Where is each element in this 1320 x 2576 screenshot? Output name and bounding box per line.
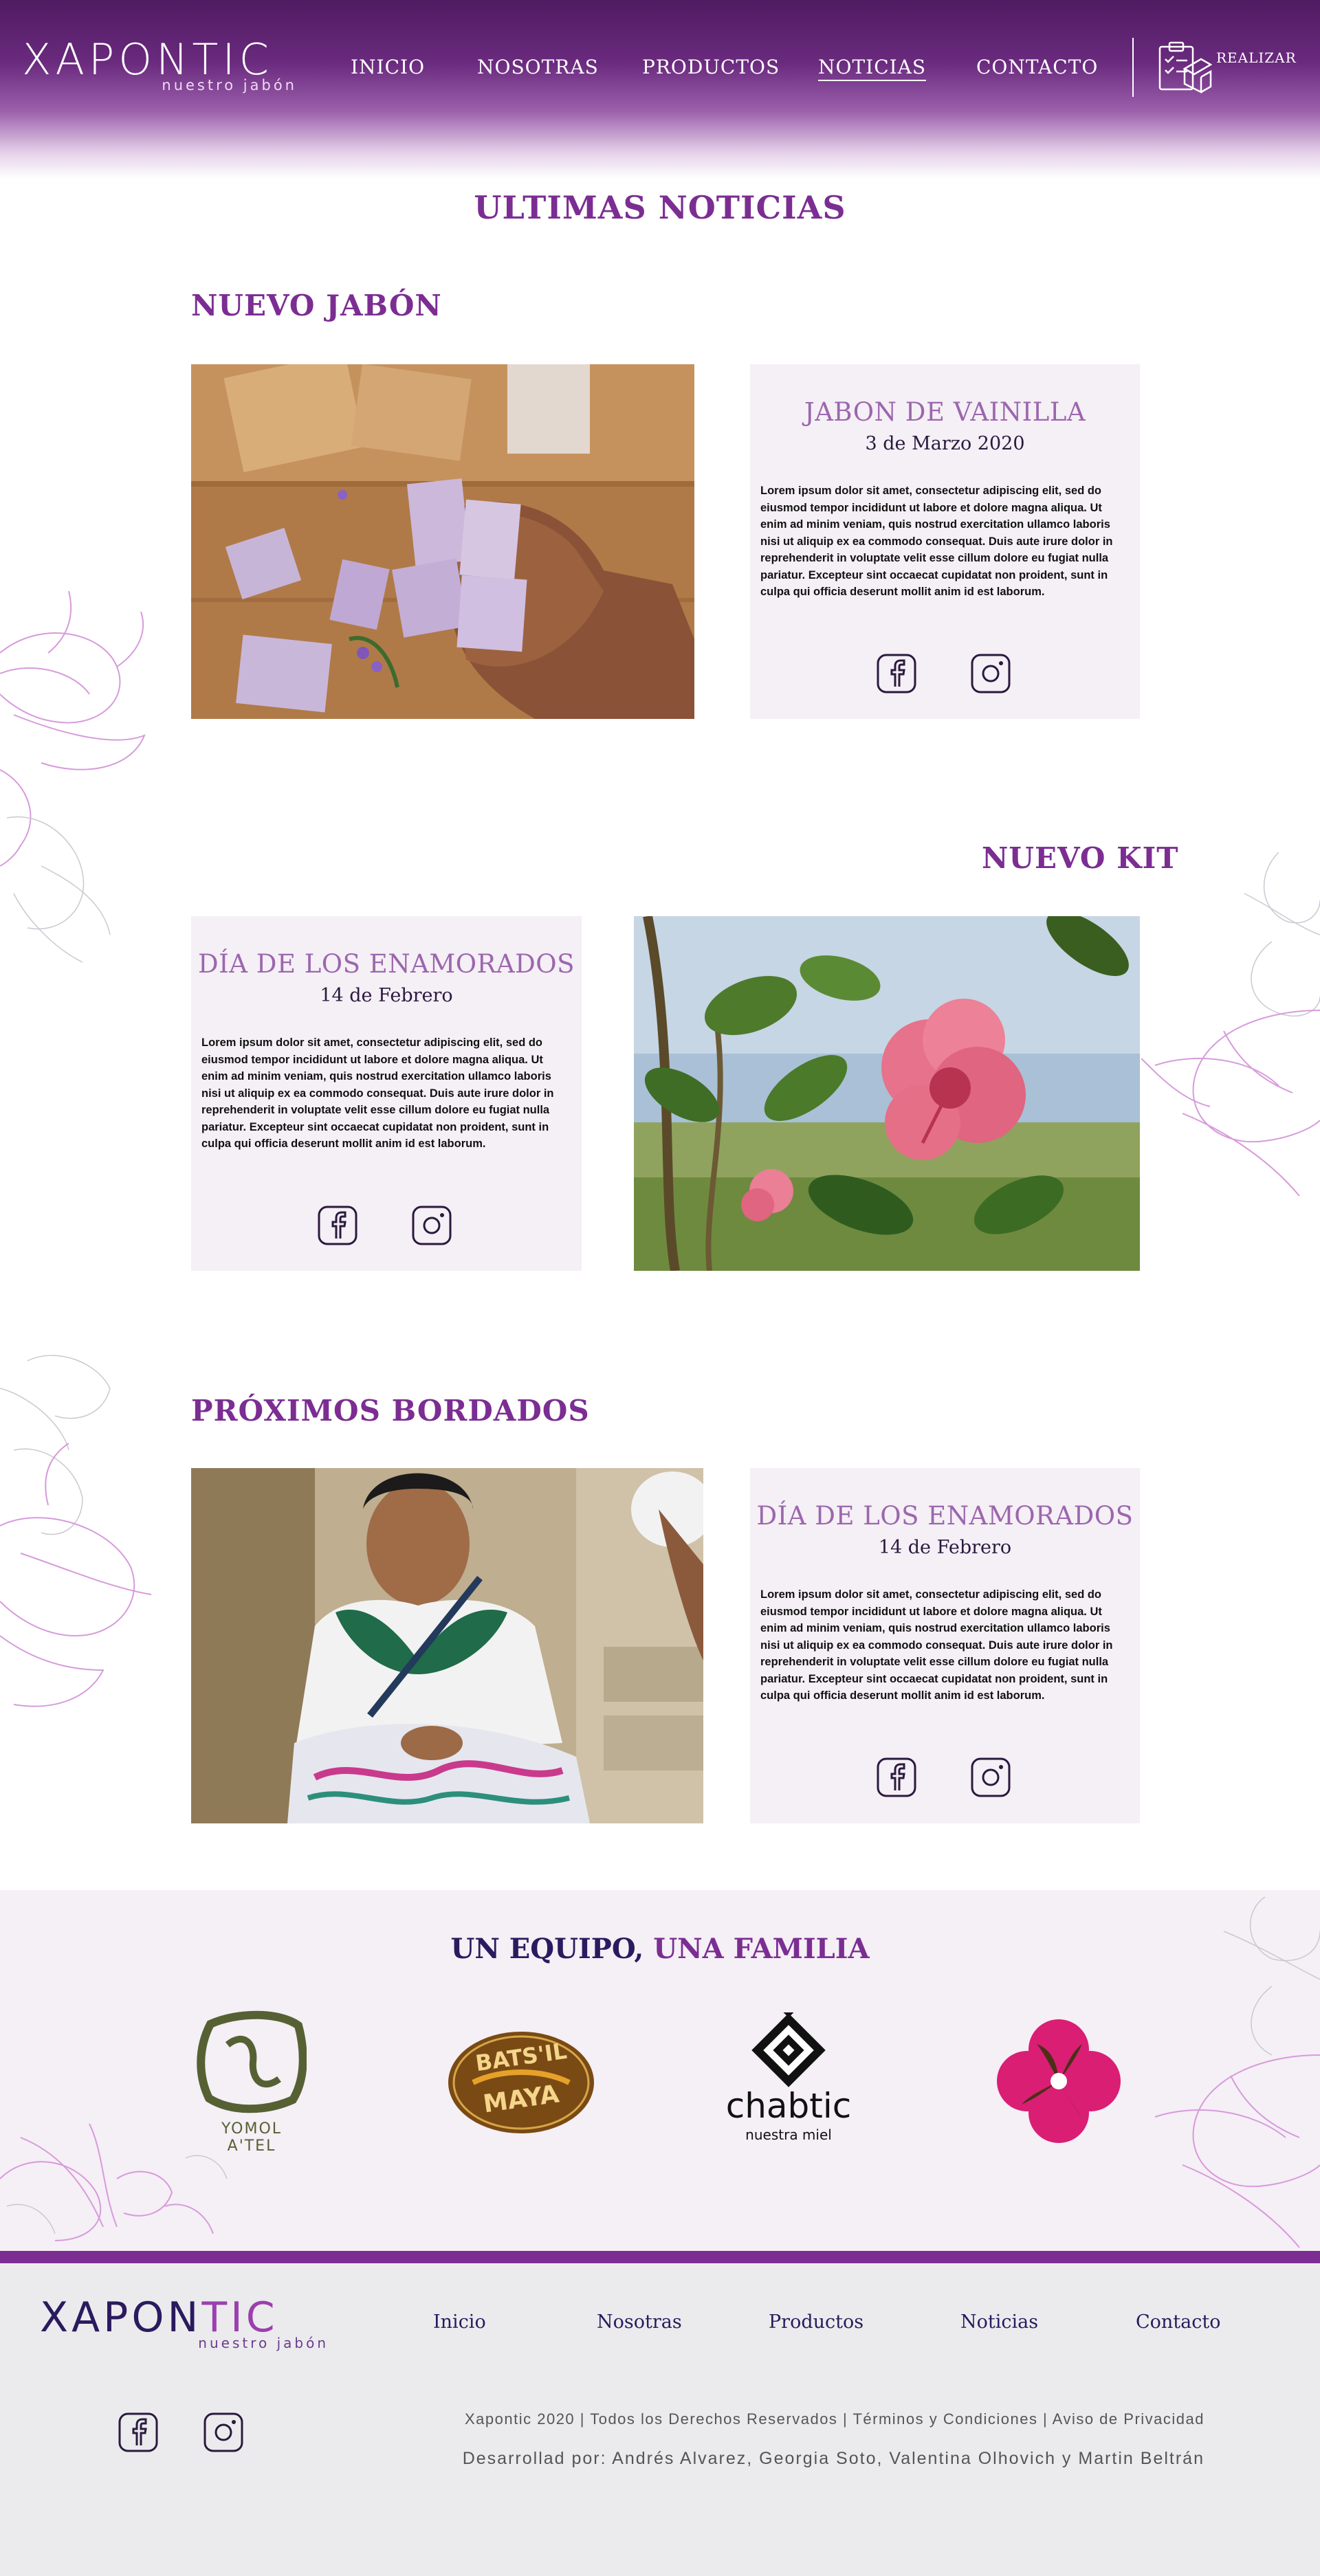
instagram-icon[interactable] xyxy=(971,654,1011,693)
chabtic-icon xyxy=(751,2006,826,2087)
order-clipboard-icon xyxy=(1158,41,1212,93)
card-date: 14 de Febrero xyxy=(878,1537,1012,1558)
footer-developers: Desarrollad por: Andrés Alvarez, Georgia… xyxy=(462,2449,1204,2468)
facebook-icon[interactable] xyxy=(877,1757,916,1797)
embroidery-photo xyxy=(191,1468,703,1823)
partner-logo-flower[interactable] xyxy=(996,2018,1122,2144)
footer-logo-text-part1: XAPON xyxy=(40,2294,202,2342)
card-body: Lorem ipsum dolor sit amet, consectetur … xyxy=(201,1036,554,1150)
footer-facebook-icon[interactable] xyxy=(118,2412,158,2452)
floral-decoration-left-1 xyxy=(0,591,146,963)
team-title-part1: UN EQUIPO, xyxy=(450,1933,644,1965)
news-card-enamorados-1: DÍA DE LOS ENAMORADOS 14 de Febrero Lore… xyxy=(191,916,582,1271)
news-card-enamorados-2: DÍA DE LOS ENAMORADOS 14 de Febrero Lore… xyxy=(750,1468,1140,1823)
site-header: XAPONTIC nuestro jabón INICIO NOSOTRAS P… xyxy=(0,0,1320,179)
nav-inicio[interactable]: INICIO xyxy=(351,55,425,80)
card-body: Lorem ipsum dolor sit amet, consectetur … xyxy=(760,1588,1113,1702)
card-title: DÍA DE LOS ENAMORADOS xyxy=(756,1501,1134,1531)
pink-flower-icon xyxy=(997,2019,1121,2143)
footer-nav-inicio[interactable]: Inicio xyxy=(433,2311,486,2333)
card-date: 14 de Febrero xyxy=(320,985,453,1006)
yomol-atel-icon xyxy=(197,2010,307,2113)
floral-decoration-right-1 xyxy=(1141,852,1320,1197)
footer-nav-productos[interactable]: Productos xyxy=(769,2311,864,2333)
partner-logo-yomol-atel[interactable]: YOMOL A'TEL xyxy=(197,2010,307,2155)
order-button[interactable]: REALIZAR xyxy=(1157,38,1297,96)
footer-instagram-icon[interactable] xyxy=(204,2412,243,2452)
chabtic-tagline: nuestra miel xyxy=(745,2127,832,2143)
instagram-icon[interactable] xyxy=(412,1206,452,1245)
partner-logo-batsil-maya[interactable]: BATS'IL MAYA xyxy=(446,2028,597,2138)
card-title: JABON DE VAINILLA xyxy=(804,397,1086,427)
card-date: 3 de Marzo 2020 xyxy=(865,433,1025,454)
nav-noticias[interactable]: NOTICIAS xyxy=(818,55,927,81)
card-body: Lorem ipsum dolor sit amet, consectetur … xyxy=(760,485,1113,598)
team-title-part2: UNA FAMILIA xyxy=(653,1933,870,1965)
team-title: UN EQUIPO, UNA FAMILIA xyxy=(0,1933,1320,1965)
section-heading-nuevo-kit: NUEVO KIT xyxy=(982,841,1179,875)
instagram-icon[interactable] xyxy=(971,1757,1011,1797)
hibiscus-photo xyxy=(634,916,1140,1271)
nav-productos[interactable]: PRODUCTOS xyxy=(642,55,780,80)
logo-tagline: nuestro jabón xyxy=(162,77,297,93)
nav-nosotras[interactable]: NOSOTRAS xyxy=(477,55,599,80)
facebook-icon[interactable] xyxy=(877,654,916,693)
section-heading-nuevo-jabon: NUEVO JABÓN xyxy=(191,289,442,322)
soap-photo xyxy=(191,364,694,719)
order-label: REALIZAR xyxy=(1216,49,1297,66)
floral-decoration-left-2 xyxy=(0,1355,152,1707)
nav-divider xyxy=(1132,38,1134,97)
footer-nav-contacto[interactable]: Contacto xyxy=(1136,2311,1220,2333)
team-section: UN EQUIPO, UNA FAMILIA YOMOL A'TEL BATS'… xyxy=(0,1890,1320,2251)
yomol-atel-label: YOMOL A'TEL xyxy=(221,2120,283,2155)
news-card-vainilla: JABON DE VAINILLA 3 de Marzo 2020 Lorem … xyxy=(750,364,1140,719)
footer-logo-tagline: nuestro jabón xyxy=(198,2335,329,2351)
site-footer: XAPONTIC nuestro jabón Inicio Nosotras P… xyxy=(0,2263,1320,2576)
footer-copyright: Xapontic 2020 | Todos los Derechos Reser… xyxy=(465,2410,1204,2428)
footer-nav-nosotras[interactable]: Nosotras xyxy=(597,2311,682,2333)
footer-logo[interactable]: XAPONTIC nuestro jabón xyxy=(40,2294,329,2362)
nav-contacto[interactable]: CONTACTO xyxy=(976,55,1098,80)
facebook-icon[interactable] xyxy=(318,1206,358,1245)
header-logo[interactable]: XAPONTIC nuestro jabón xyxy=(22,36,297,98)
footer-nav-noticias[interactable]: Noticias xyxy=(960,2311,1038,2333)
footer-accent-bar xyxy=(0,2251,1320,2263)
card-title: DÍA DE LOS ENAMORADOS xyxy=(198,949,575,979)
partner-logo-chabtic[interactable]: chabtic nuestra miel xyxy=(723,2006,854,2150)
page-title: ULTIMAS NOTICIAS xyxy=(474,189,846,226)
section-heading-proximos-bordados: PRÓXIMOS BORDADOS xyxy=(191,1394,590,1428)
chabtic-label: chabtic xyxy=(725,2086,852,2126)
